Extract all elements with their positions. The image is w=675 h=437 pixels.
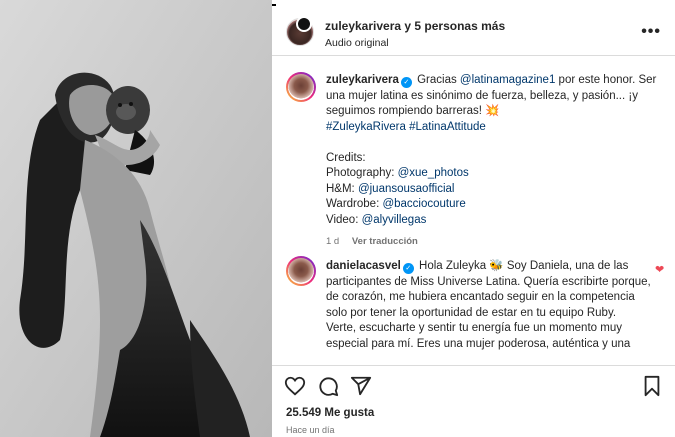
heart-icon[interactable]	[284, 375, 306, 397]
post-header: zuleykarivera y 5 personas más Audio ori…	[272, 10, 675, 56]
caption-hashtags[interactable]: #ZuleykaRivera #LatinaAttitude	[326, 121, 486, 133]
photo-illustration	[0, 0, 272, 437]
post-timestamp[interactable]: Hace un día	[286, 425, 335, 435]
caption-author-avatar[interactable]	[286, 72, 316, 102]
post-viewer: zuleykarivera y 5 personas más Audio ori…	[0, 0, 675, 437]
likes-count[interactable]: 25.549 Me gusta	[286, 407, 374, 419]
comment-username[interactable]: danielacasvel	[326, 260, 401, 272]
comments-section[interactable]: zuleykarivera ✓ Gracias @latinamagazine1 …	[272, 57, 675, 364]
post-actions: 25.549 Me gusta Hace un día	[272, 365, 675, 437]
audio-label[interactable]: Audio original	[325, 37, 389, 49]
bookmark-icon[interactable]	[641, 375, 663, 397]
credits-title: Credits:	[326, 151, 366, 164]
caption-mention[interactable]: @latinamagazine1	[460, 74, 555, 86]
post-details-panel: zuleykarivera y 5 personas más Audio ori…	[272, 0, 675, 437]
credit-video-handle[interactable]: @alyvillegas	[362, 214, 427, 226]
caption-meta: 1 d Ver traducción	[326, 234, 661, 250]
caption-username[interactable]: zuleykarivera	[326, 74, 399, 86]
post-photo[interactable]	[0, 0, 272, 437]
caption: zuleykarivera ✓ Gracias @latinamagazine1 …	[326, 73, 661, 250]
top-edge	[272, 4, 675, 6]
author-username[interactable]: zuleykarivera	[325, 19, 401, 33]
comment-item: danielacasvel ✓ Hola Zuleyka 🐝 Soy Daniel…	[326, 259, 656, 352]
boom-emoji: 💥	[485, 105, 500, 117]
verified-badge-icon: ✓	[402, 263, 414, 274]
share-icon[interactable]	[350, 375, 372, 397]
comment-author-avatar[interactable]	[286, 256, 316, 286]
caption-text-1: Gracias	[417, 74, 460, 86]
bee-emoji: 🐝	[489, 260, 504, 272]
collab-avatar[interactable]	[296, 16, 312, 32]
comment-icon[interactable]	[317, 375, 339, 397]
credit-hm-role: H&M:	[326, 182, 358, 195]
caption-time[interactable]: 1 d	[326, 236, 339, 247]
more-horizontal-icon[interactable]: •••	[641, 23, 661, 41]
comment-greeting: Hola Zuleyka	[419, 260, 490, 272]
verified-badge-icon: ✓	[400, 77, 412, 88]
heart-filled-icon[interactable]: ❤	[655, 265, 665, 276]
credit-hm-handle[interactable]: @juansousaofficial	[358, 183, 455, 195]
credit-video-role: Video:	[326, 213, 362, 226]
collaborators-link[interactable]: y 5 personas más	[404, 19, 505, 33]
credit-wardrobe-role: Wardrobe:	[326, 198, 383, 210]
credit-wardrobe-handle[interactable]: @bacciocouture	[382, 198, 465, 210]
translate-link[interactable]: Ver traducción	[352, 236, 418, 247]
post-author[interactable]: zuleykarivera y 5 personas más	[325, 19, 505, 33]
comment-body-2: Verte, escucharte y sentir tu energía fu…	[326, 322, 631, 350]
credit-photography-role: Photography:	[326, 167, 398, 179]
credit-photography-handle[interactable]: @xue_photos	[398, 167, 469, 179]
